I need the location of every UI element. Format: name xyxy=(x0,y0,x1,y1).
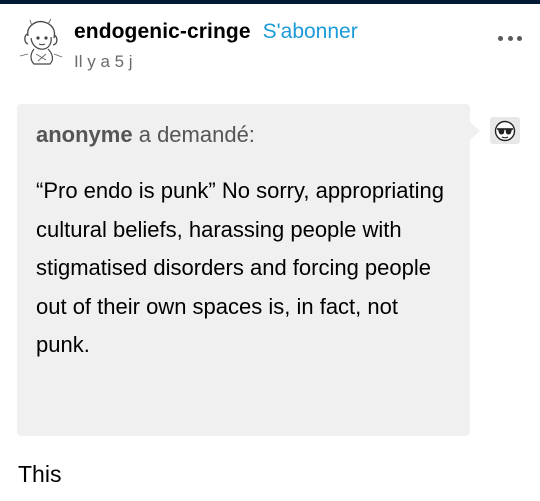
more-horizontal-icon xyxy=(498,35,503,41)
asker-avatar xyxy=(490,117,520,144)
asker-name: anonyme xyxy=(36,122,133,147)
blog-name-link[interactable]: endogenic-cringe xyxy=(74,20,251,44)
anonymous-sunglasses-avatar-icon xyxy=(494,120,516,141)
post-timestamp: Il y a 5 j xyxy=(74,52,133,71)
asker-line: anonyme a demandé: xyxy=(36,122,255,148)
asked-label: a demandé: xyxy=(138,122,255,147)
more-horizontal-icon xyxy=(507,35,513,41)
blog-avatar[interactable] xyxy=(18,16,64,68)
more-options-button[interactable] xyxy=(498,31,522,45)
more-horizontal-icon xyxy=(517,35,522,41)
ask-bubble-tail xyxy=(469,121,480,141)
top-bar xyxy=(0,0,540,4)
sketch-avatar-icon xyxy=(19,18,63,65)
question-text: “Pro endo is punk” No sorry, appropriati… xyxy=(36,178,445,357)
follow-button[interactable]: S'abonner xyxy=(263,20,358,44)
post-header: endogenic-cringe S'abonner xyxy=(74,20,358,44)
answer-text: This xyxy=(18,461,62,487)
